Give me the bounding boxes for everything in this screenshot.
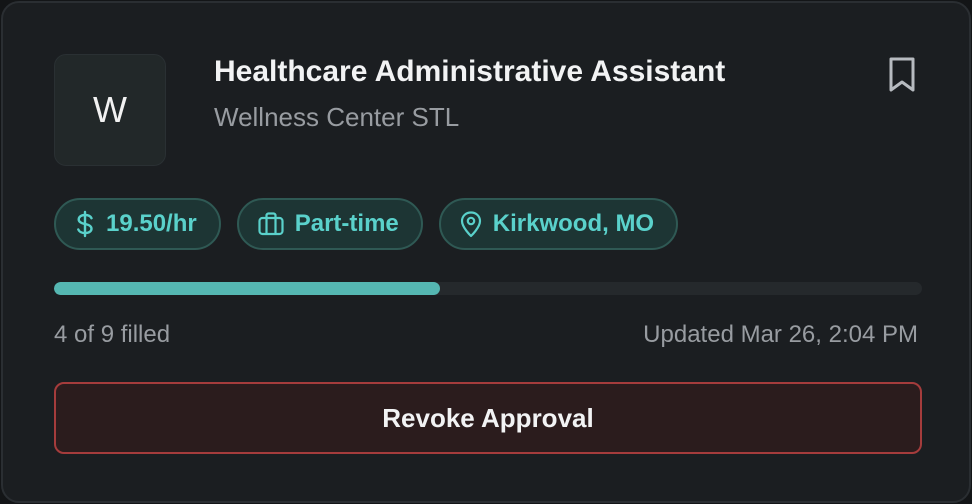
pay-label: 19.50/hr: [106, 210, 197, 237]
location-label: Kirkwood, MO: [492, 210, 655, 237]
filled-count: 4 of 9 filled: [54, 321, 171, 348]
location-tag: Kirkwood, MO: [438, 198, 679, 250]
job-tags: 19.50/hr Part-time Kirkwood, MO: [54, 198, 679, 250]
fill-progress-fill: [54, 282, 440, 295]
job-card: W Healthcare Administrative Assistant We…: [1, 1, 971, 503]
company-logo-letter: W: [93, 89, 127, 130]
employment-type-tag: Part-time: [236, 198, 423, 250]
company-name: Wellness Center STL: [214, 102, 460, 132]
pay-tag: 19.50/hr: [54, 198, 221, 250]
fill-progress-bar: [54, 282, 922, 295]
bookmark-icon[interactable]: [883, 55, 923, 95]
company-logo: W: [54, 54, 166, 166]
employment-type-label: Part-time: [294, 210, 399, 237]
updated-timestamp: Updated Mar 26, 2:04 PM: [643, 321, 918, 348]
revoke-approval-button[interactable]: Revoke Approval: [54, 382, 922, 454]
job-title: Healthcare Administrative Assistant: [214, 55, 726, 88]
dollar-icon: [74, 210, 96, 238]
map-pin-icon: [459, 210, 483, 238]
briefcase-icon: [257, 211, 285, 237]
